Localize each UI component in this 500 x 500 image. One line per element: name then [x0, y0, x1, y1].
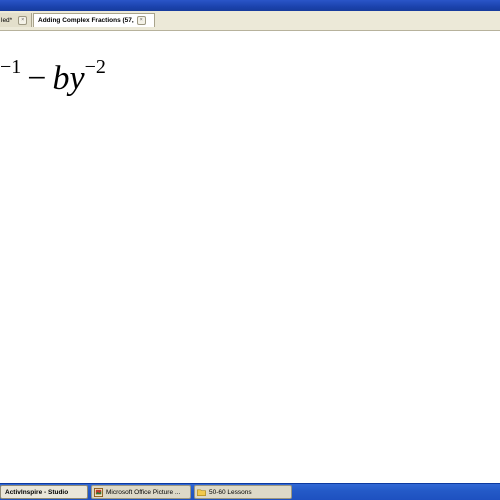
window-title-bar [0, 0, 500, 11]
taskbar-item-label: Microsoft Office Picture ... [106, 488, 181, 496]
document-tab-bar: led* × Adding Complex Fractions (57, × [0, 11, 500, 31]
variable-y: y [69, 60, 85, 97]
tab-untitled[interactable]: led* × [0, 13, 32, 27]
tab-label: Adding Complex Fractions (57, [38, 17, 134, 24]
math-expression: −1− by−2 [0, 56, 106, 103]
taskbar-item-folder[interactable]: 50-60 Lessons [194, 485, 292, 499]
picture-manager-icon [94, 487, 103, 497]
taskbar-item-picture-manager[interactable]: Microsoft Office Picture ... [91, 485, 191, 499]
taskbar-item-label: ActivInspire - Studio [5, 488, 69, 496]
tab-close-icon[interactable]: × [136, 16, 146, 25]
folder-icon [197, 488, 206, 496]
coefficient-b: b [52, 60, 70, 97]
tab-adding-complex-fractions[interactable]: Adding Complex Fractions (57, × [33, 13, 155, 27]
tab-close-icon[interactable]: × [18, 15, 28, 25]
exponent-2: −2 [84, 56, 106, 78]
screen: led* × Adding Complex Fractions (57, × −… [0, 0, 500, 500]
tab-label: led* [1, 16, 13, 24]
flipchart-canvas[interactable]: −1− by−2 [0, 31, 500, 483]
taskbar-item-label: 50-60 Lessons [209, 488, 252, 496]
exponent-1: −1 [0, 56, 22, 78]
taskbar-item-activinspire[interactable]: ActivInspire - Studio [0, 485, 88, 499]
minus-sign: − [27, 60, 47, 97]
taskbar: ActivInspire - Studio Microsoft Office P… [0, 483, 500, 500]
